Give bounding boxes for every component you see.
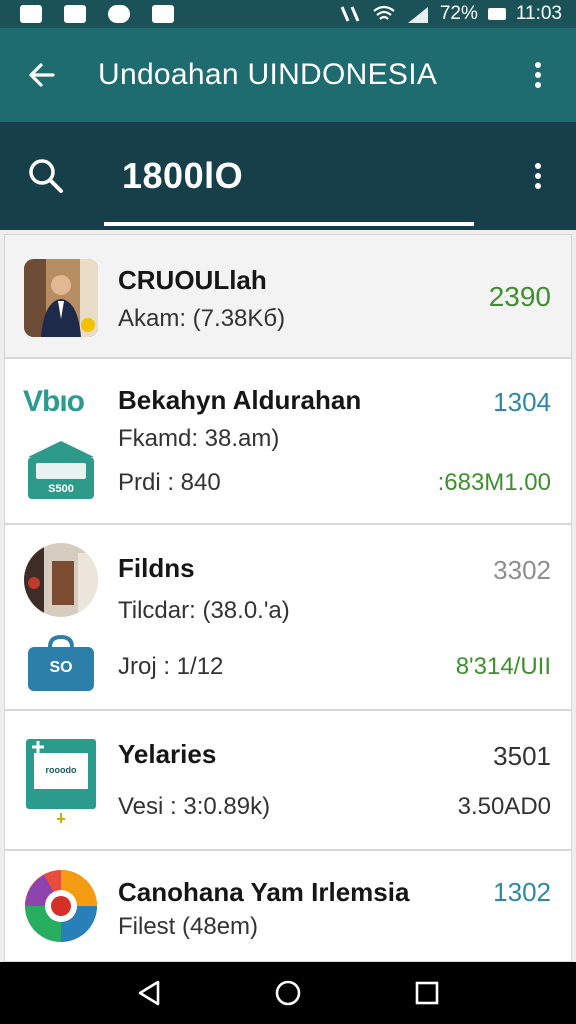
status-indicators: 72% 11:03: [338, 3, 562, 25]
nav-recents-button[interactable]: [407, 973, 447, 1013]
battery-icon: [487, 8, 506, 20]
item-name: Yelaries: [118, 739, 217, 769]
item-name: Bekahyn Aldurahan: [118, 385, 362, 415]
more-vertical-icon: [535, 163, 541, 189]
item-subtitle: Fkamd: 38.am): [118, 425, 280, 452]
notification-icons: [20, 5, 174, 23]
store-notification-icon: [152, 5, 174, 23]
item-subtitle: Akam: (7.38Kб): [118, 305, 286, 332]
item-name: Canohana Yam Irlemsia: [118, 877, 410, 907]
search-input[interactable]: 1800lO: [122, 155, 243, 197]
image-notification-icon: [64, 5, 86, 23]
item-value-secondary: 3.50AD0: [457, 793, 551, 820]
badge-label: S500: [48, 483, 74, 495]
clock: 11:03: [515, 3, 562, 24]
item-value-secondary: :683M1.00: [437, 469, 551, 496]
search-bar: 1800lO: [0, 122, 576, 230]
more-vertical-icon: [535, 62, 541, 88]
notification-icon: [20, 5, 42, 23]
page-title: Undoahan UINDONESIA: [98, 58, 438, 91]
chat-notification-icon: [108, 5, 130, 23]
badge-label: SO: [49, 659, 73, 676]
item-subtitle: Filest (48em): [118, 913, 259, 940]
item-value: 3302: [493, 555, 551, 585]
item-value: 3501: [493, 741, 551, 771]
search-overflow-button[interactable]: [518, 154, 558, 198]
item-value-secondary: 8'314/UII: [455, 653, 551, 680]
item-subtitle: Tilcdar: (38.0.'a): [118, 597, 290, 624]
item-value: 2390: [488, 281, 551, 312]
avatar: [24, 259, 98, 337]
signal-icon: [407, 7, 428, 23]
overflow-menu-button[interactable]: [518, 55, 558, 95]
item-name: CRUOULlah: [118, 265, 267, 295]
color-wheel-logo: [24, 869, 98, 943]
brand-logo: Vbıo: [23, 385, 85, 418]
data-icon: [340, 6, 360, 22]
triangle-back-icon: [139, 980, 160, 1006]
bag-badge: SO: [26, 634, 96, 691]
list-item[interactable]: SO Fildns Tilcdar: (38.0.'a) Jroj : 1/12…: [4, 524, 572, 710]
item-value: 1302: [493, 877, 551, 907]
list-item[interactable]: Vbıo S500 Bekahyn Aldurahan Fkamd: 38.am…: [4, 358, 572, 524]
item-value: 1304: [493, 387, 551, 417]
item-meta: Prdi : 840: [118, 469, 221, 496]
item-name: Fildns: [118, 553, 195, 583]
item-meta: Jroj : 1/12: [118, 653, 224, 680]
list-item[interactable]: rooodo Yelaries Vesi : 3:0.89k) 3501 3.5…: [4, 710, 572, 850]
nav-back-button[interactable]: [129, 973, 169, 1013]
nav-home-button[interactable]: [268, 973, 308, 1013]
circle-home-icon: [275, 980, 301, 1006]
search-input-underline: [104, 222, 474, 226]
list-item[interactable]: CRUOULlah Akam: (7.38Kб) 2390: [4, 234, 572, 358]
result-list: CRUOULlah Akam: (7.38Kб) 2390 Vbıo S500 …: [4, 234, 572, 962]
list-item[interactable]: Canohana Yam Irlemsia Filest (48em) 1302: [4, 850, 572, 962]
calendar-badge: rooodo: [24, 737, 98, 827]
badge-label: rooodo: [45, 765, 77, 775]
square-recents-icon: [415, 981, 438, 1005]
app-bar: Undoahan UINDONESIA: [0, 28, 576, 122]
battery-percent: 72%: [439, 3, 478, 24]
wallet-badge: S500: [24, 439, 98, 499]
item-subtitle: Vesi : 3:0.89k): [118, 793, 271, 820]
room-photo: [24, 543, 98, 617]
search-button[interactable]: [26, 156, 66, 196]
wifi-icon: [373, 5, 395, 20]
status-bar: 72% 11:03: [0, 0, 576, 28]
arrow-left-icon: [29, 63, 55, 87]
system-nav-bar: [0, 962, 576, 1024]
search-icon: [29, 159, 63, 193]
back-button[interactable]: [22, 55, 62, 95]
